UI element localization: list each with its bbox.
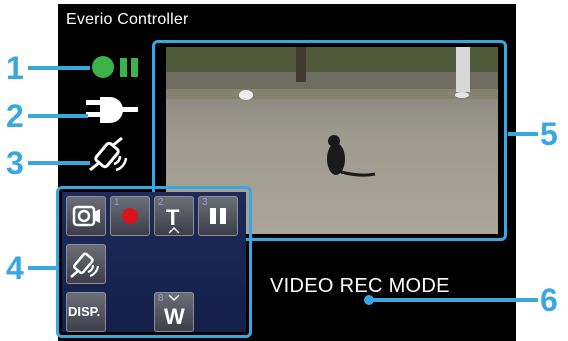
record-button-number: 1: [114, 197, 120, 208]
pause-bar-left-icon: [120, 58, 127, 77]
callout-5-line: [508, 132, 538, 136]
satellite-signal-icon: [70, 252, 99, 278]
wide-button-number: 8: [158, 293, 164, 304]
record-dot-icon: [122, 208, 138, 224]
camera-mode-button[interactable]: [66, 196, 106, 236]
callout-6: 6: [540, 282, 558, 318]
wide-button-label: W: [164, 304, 185, 329]
callout-4-line: [28, 266, 58, 270]
recording-status-icon: [92, 56, 114, 78]
satellite-signal-icon: [89, 136, 128, 172]
callout-6-line: [368, 298, 538, 302]
camera-mode-icon: [72, 205, 100, 227]
chevron-down-icon: [168, 294, 180, 302]
record-button[interactable]: 1: [110, 196, 150, 236]
pause-button[interactable]: 3: [198, 196, 238, 236]
disp-button-label: DISP.: [68, 304, 101, 319]
ac-plug-icon: [86, 97, 138, 123]
chevron-up-icon: [168, 226, 180, 234]
disp-button[interactable]: DISP.: [66, 292, 106, 332]
callout-5: 5: [540, 116, 558, 152]
pause-icon: [210, 208, 216, 224]
wide-zoom-button[interactable]: 8 W: [154, 292, 194, 332]
callout-2-line: [28, 114, 88, 118]
callout-2: 2: [6, 98, 24, 134]
tele-zoom-button[interactable]: 2 T: [154, 196, 194, 236]
callout-3: 3: [6, 145, 24, 181]
callout-1: 1: [6, 50, 24, 86]
callout-6-dot: [364, 295, 374, 305]
tele-button-number: 2: [158, 197, 164, 208]
callout-1-line: [28, 66, 90, 70]
pause-icon-right: [220, 208, 226, 224]
mode-status-text: VIDEO REC MODE: [270, 275, 450, 297]
signal-button[interactable]: [66, 244, 106, 284]
callout-3-line: [28, 161, 90, 165]
pause-bar-right-icon: [131, 58, 138, 77]
pause-button-number: 3: [202, 197, 208, 208]
callout-4: 4: [6, 250, 24, 286]
app-title: Everio Controller: [66, 11, 189, 28]
